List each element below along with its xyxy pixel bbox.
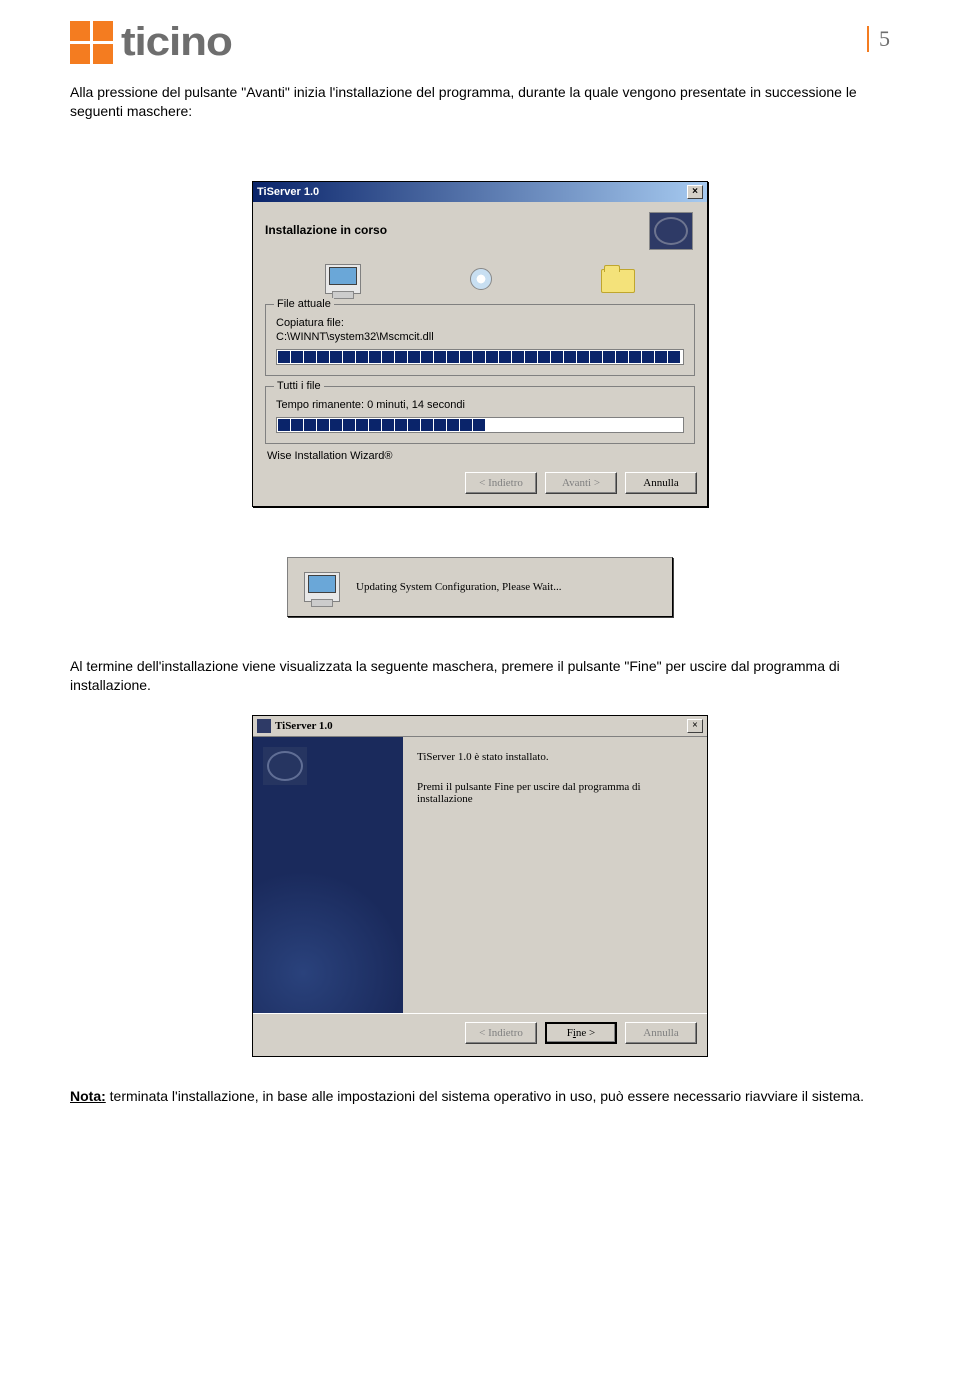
disc-icon xyxy=(470,268,492,290)
page-header: ticino 5 xyxy=(70,20,890,65)
copy-path: C:\WINNT\system32\Mscmcit.dll xyxy=(276,331,684,343)
wizard-logo-icon xyxy=(649,212,693,250)
install-progress-dialog: TiServer 1.0 × Installazione in corso Co… xyxy=(252,181,708,507)
next-button: Avanti > xyxy=(545,472,617,494)
note-text: terminata l'installazione, in base alle … xyxy=(106,1088,864,1104)
dialog-button-row: < Indietro Avanti > Annulla xyxy=(253,472,707,506)
wise-label: Wise Installation Wizard® xyxy=(267,450,695,462)
app-mini-icon xyxy=(257,719,271,733)
computer-icon xyxy=(304,572,340,602)
all-files-group: Tempo rimanente: 0 minuti, 14 secondi xyxy=(265,386,695,444)
installed-line1: TiServer 1.0 è stato installato. xyxy=(417,751,693,763)
dialog-title: TiServer 1.0 xyxy=(257,186,319,198)
dialog-titlebar: TiServer 1.0 × xyxy=(253,182,707,202)
page-number-bar-icon xyxy=(867,26,869,52)
cancel-button: Annulla xyxy=(625,1022,697,1044)
folder-icon xyxy=(601,269,635,293)
logo-text: ticino xyxy=(121,20,232,65)
back-button: < Indietro xyxy=(465,1022,537,1044)
page-number-box: 5 xyxy=(867,26,890,52)
finish-button[interactable]: Fine > xyxy=(545,1022,617,1044)
file-progress-bar xyxy=(276,349,684,365)
installed-line2: Premi il pulsante Fine per uscire dal pr… xyxy=(417,781,693,805)
install-icons-row xyxy=(271,264,689,294)
dialog-button-row: < Indietro Fine > Annulla xyxy=(253,1013,707,1056)
logo-squares-icon xyxy=(70,21,113,64)
cancel-button[interactable]: Annulla xyxy=(625,472,697,494)
intro-paragraph: Alla pressione del pulsante "Avanti" ini… xyxy=(70,83,890,121)
current-file-group: Copiatura file: C:\WINNT\system32\Mscmci… xyxy=(265,304,695,376)
dialog-subhead: Installazione in corso xyxy=(265,223,387,237)
install-complete-dialog: TiServer 1.0 × TiServer 1.0 è stato inst… xyxy=(252,715,708,1057)
copy-label: Copiatura file: xyxy=(276,317,684,329)
note-paragraph: Nota: terminata l'installazione, in base… xyxy=(70,1087,890,1106)
computer-icon xyxy=(325,264,361,294)
back-button: < Indietro xyxy=(465,472,537,494)
total-progress-bar xyxy=(276,417,684,433)
mid-paragraph: Al termine dell'installazione viene visu… xyxy=(70,657,890,695)
page-number: 5 xyxy=(879,26,890,52)
close-icon[interactable]: × xyxy=(687,185,703,199)
close-icon[interactable]: × xyxy=(687,719,703,733)
note-label: Nota: xyxy=(70,1088,106,1104)
dialog-main: TiServer 1.0 è stato installato. Premi i… xyxy=(403,737,707,1013)
updating-config-dialog: Updating System Configuration, Please Wa… xyxy=(287,557,673,617)
page: ticino 5 Alla pressione del pulsante "Av… xyxy=(0,0,960,1135)
brand-logo: ticino xyxy=(70,20,222,65)
updating-text: Updating System Configuration, Please Wa… xyxy=(356,581,561,593)
wizard-side-panel xyxy=(253,737,403,1013)
time-remaining: Tempo rimanente: 0 minuti, 14 secondi xyxy=(276,399,684,411)
wizard-logo-icon xyxy=(263,747,307,785)
dialog-titlebar: TiServer 1.0 × xyxy=(253,716,707,737)
dialog-title: TiServer 1.0 xyxy=(275,720,333,732)
